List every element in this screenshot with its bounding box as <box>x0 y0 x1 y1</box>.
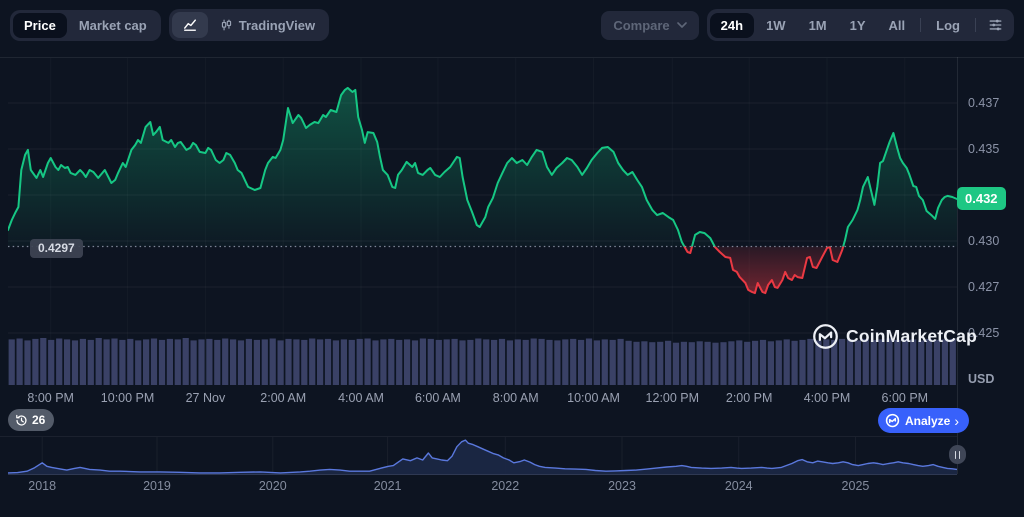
minimap-year-label: 2020 <box>258 479 287 493</box>
range-24h[interactable]: 24h <box>709 12 755 38</box>
tradingview-label: TradingView <box>238 17 316 33</box>
x-axis-tick-label: 27 Nov <box>185 391 226 405</box>
history-clock-icon <box>16 414 27 426</box>
history-count: 26 <box>32 413 46 427</box>
x-axis-tick-label: 2:00 PM <box>725 391 773 405</box>
x-axis-tick-label: 6:00 PM <box>881 391 929 405</box>
coinmarketcap-logo-icon <box>885 413 900 428</box>
range-all[interactable]: All <box>878 13 917 38</box>
tab-price[interactable]: Price <box>13 12 67 38</box>
coinmarketcap-logo-icon <box>813 324 838 349</box>
watermark: CoinMarketCap <box>812 323 977 350</box>
minimap-year-label: 2025 <box>841 479 870 493</box>
compare-label: Compare <box>613 17 670 33</box>
y-axis-tick-label: 0.435 <box>968 141 1000 156</box>
chevron-right-icon: › <box>954 412 960 429</box>
y-axis-tick-label: 0.430 <box>968 233 1000 248</box>
baseline-price-badge: 0.4297 <box>30 239 83 258</box>
chart-settings-button[interactable] <box>980 12 1011 38</box>
line-chart-icon <box>183 19 196 31</box>
tradingview-chart-type-button[interactable]: TradingView <box>209 12 326 38</box>
range-1m[interactable]: 1M <box>798 13 838 38</box>
metric-toggle: Price Market cap <box>10 9 161 41</box>
compare-button[interactable]: Compare <box>601 10 699 40</box>
price-chart-canvas[interactable] <box>0 0 1024 517</box>
minimap-area <box>8 440 957 474</box>
tab-market-cap[interactable]: Market cap <box>68 13 158 38</box>
y-axis-currency-label: USD <box>968 372 995 386</box>
x-axis-tick-label: 6:00 AM <box>414 391 461 405</box>
minimap-year-label: 2024 <box>724 479 753 493</box>
divider <box>975 18 976 32</box>
toolbar: Price Market cap TradingView Compare 24h… <box>10 9 1014 41</box>
divider <box>920 18 922 32</box>
chevron-down-icon <box>676 22 687 28</box>
minimap-year-label: 2019 <box>143 479 171 493</box>
y-axis-tick-label: 0.427 <box>968 279 1000 294</box>
watermark-text: CoinMarketCap <box>846 326 977 346</box>
y-axis-tick-label: 0.437 <box>968 95 1000 110</box>
x-axis-tick-label: 10:00 AM <box>567 391 620 405</box>
minimap-year-label: 2018 <box>28 479 57 493</box>
range-1y[interactable]: 1Y <box>839 13 877 38</box>
x-axis-tick-label: 12:00 PM <box>645 391 700 405</box>
x-axis-tick-label: 8:00 PM <box>27 391 74 405</box>
chart-type-toggle: TradingView <box>168 9 330 41</box>
candlestick-icon <box>221 19 231 31</box>
minimap-range-handle[interactable] <box>949 445 966 464</box>
x-axis-tick-label: 4:00 AM <box>338 391 384 405</box>
x-axis-tick-label: 2:00 AM <box>260 391 307 405</box>
x-axis-tick-label: 4:00 PM <box>803 391 851 405</box>
price-chart-widget: Price Market cap TradingView Compare 24h… <box>0 0 1024 517</box>
x-axis-tick-label: 10:00 PM <box>100 391 155 405</box>
minimap-year-label: 2021 <box>373 479 402 493</box>
line-chart-type-button[interactable] <box>171 12 208 38</box>
range-1w[interactable]: 1W <box>755 13 797 38</box>
minimap-year-label: 2023 <box>608 479 636 493</box>
log-scale-button[interactable]: Log <box>925 13 971 38</box>
range-selector: 24h 1W 1M 1Y All Log <box>706 9 1014 41</box>
minimap-year-label: 2022 <box>491 479 520 493</box>
analyze-button[interactable]: Analyze › <box>878 408 970 433</box>
x-axis-tick-label: 8:00 AM <box>492 391 539 405</box>
live-price-badge: 0.432 <box>957 187 1006 210</box>
gridlines <box>0 57 1024 474</box>
history-badge[interactable]: 26 <box>8 409 55 431</box>
minimap <box>0 436 958 475</box>
sliders-icon <box>989 19 1002 31</box>
analyze-label: Analyze <box>905 413 951 428</box>
